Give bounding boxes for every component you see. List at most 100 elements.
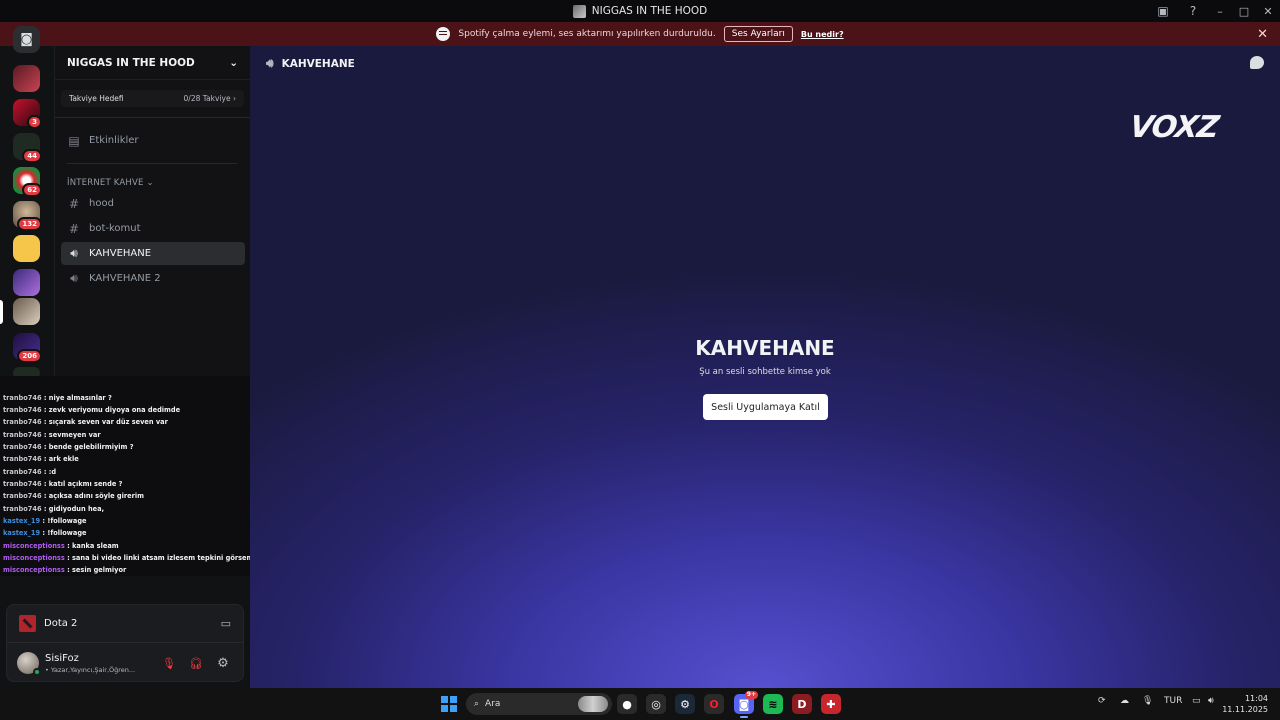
divider: [67, 163, 237, 164]
boost-value: 0/28 Takviye ›: [183, 94, 236, 103]
mic-muted-icon[interactable]: 🎙︎: [159, 653, 179, 673]
category-header[interactable]: İNTERNET KAHVE ⌄: [67, 178, 154, 188]
chat-message: misconceptionss : sesin gelmiyor: [3, 566, 127, 574]
calendar-icon: ▤: [68, 133, 80, 148]
server-icon-2[interactable]: 3: [13, 99, 42, 129]
close-notice-icon[interactable]: ✕: [1257, 27, 1268, 42]
channel-hood[interactable]: # hood: [61, 192, 245, 215]
server-header[interactable]: NIGGAS IN THE HOOD ⌄: [55, 46, 250, 80]
network-sync-icon[interactable]: ⟳: [1098, 696, 1106, 706]
what-is-this-link[interactable]: Bu nedir?: [801, 30, 844, 39]
window-title-text: NIGGAS IN THE HOOD: [591, 5, 708, 17]
server-icon-6[interactable]: [13, 235, 40, 262]
channel-kahvehane-2[interactable]: 🔊︎ KAHVEHANE 2: [61, 267, 245, 290]
speaker-icon: 🔊︎: [266, 56, 274, 70]
discord-home-icon[interactable]: ◙: [13, 26, 40, 53]
chat-message: tranbo746 : açıksa adını söyle girerim: [3, 492, 145, 500]
channel-bot-komut[interactable]: # bot-komut: [61, 217, 245, 240]
dota-icon: [19, 615, 36, 632]
search-placeholder: Ara: [485, 699, 501, 709]
text-channel-icon: #: [68, 196, 80, 211]
clock-time: 11:04: [1244, 694, 1268, 703]
spotify-taskbar-icon[interactable]: ≋: [763, 694, 783, 714]
events-item[interactable]: ▤ Etkinlikler: [61, 129, 245, 152]
chevron-down-icon: ⌄: [229, 56, 238, 69]
chat-message: tranbo746 : gidiyodun hea,: [3, 505, 105, 513]
server-icon-9[interactable]: 206: [13, 333, 42, 363]
user-info: SisiFoz • Yazar,Yayıncı,Şair,Öğren... 🎙︎…: [7, 645, 243, 681]
text-channel-icon: #: [68, 221, 80, 236]
channel-kahvehane[interactable]: 🔊︎ KAHVEHANE: [61, 242, 245, 265]
server-logo: VOXZ: [1127, 110, 1221, 145]
chat-message: tranbo746 : niye almasınlar ?: [3, 394, 112, 402]
app-taskbar-icon[interactable]: ✚: [821, 694, 841, 714]
minimize-button[interactable]: –: [1208, 0, 1232, 22]
server-icon-7[interactable]: [13, 269, 40, 296]
server-icon-5[interactable]: 132: [13, 201, 42, 231]
channel-header: 🔊︎ KAHVEHANE: [266, 56, 355, 71]
stream-screen-icon[interactable]: ▭: [221, 617, 231, 630]
server-icon-4[interactable]: 62: [13, 167, 42, 197]
sound-settings-button[interactable]: Ses Ayarları: [723, 26, 793, 42]
game-name: Dota 2: [44, 618, 78, 629]
search-highlight-image: [578, 696, 608, 712]
chat-message: tranbo746 : sıçarak seven var düz seven …: [3, 418, 168, 426]
steam-icon[interactable]: ⚙: [675, 694, 695, 714]
windows-start-icon[interactable]: [441, 696, 457, 712]
empty-state-title: KAHVEHANE: [695, 336, 835, 360]
active-server-indicator: [0, 300, 3, 324]
taskbar-search[interactable]: ⌕ Ara: [466, 693, 612, 715]
inbox-icon[interactable]: ▣: [1148, 0, 1178, 22]
chat-message: misconceptionss : kanka sleam: [3, 542, 119, 550]
boost-label: Takviye Hedefi: [69, 94, 124, 103]
spotify-icon: [436, 27, 451, 41]
cloud-icon[interactable]: ☁: [1120, 696, 1129, 706]
boost-goal[interactable]: Takviye Hedefi 0/28 Takviye ›: [61, 90, 244, 107]
search-icon: ⌕: [474, 699, 480, 709]
channel-label: KAHVEHANE 2: [89, 273, 161, 284]
chat-message: tranbo746 : :d: [3, 468, 57, 476]
discord-window: NIGGAS IN THE HOOD ▣ ? – □ ✕ Spotify çal…: [0, 0, 1280, 720]
channel-label: bot-komut: [89, 223, 141, 234]
speaker-icon: 🔊︎: [70, 246, 78, 260]
clock-date: 11.11.2025: [1222, 705, 1268, 714]
avatar[interactable]: [17, 652, 41, 676]
empty-state-subtitle: Şu an sesli sohbette kimse yok: [699, 367, 831, 377]
voice-channel-view: 🔊︎ KAHVEHANE VOXZ KAHVEHANE Şu an sesli …: [250, 46, 1280, 688]
opera-icon[interactable]: O: [704, 694, 724, 714]
window-title: NIGGAS IN THE HOOD: [572, 4, 708, 18]
server-thumbnail-icon: [572, 4, 586, 18]
chat-message: tranbo746 : sevmeyen var: [3, 431, 101, 439]
close-button[interactable]: ✕: [1256, 0, 1280, 22]
chat-message: kastex_19 : !followage: [3, 517, 87, 525]
channel-title: KAHVEHANE: [281, 57, 355, 70]
user-name-block[interactable]: SisiFoz • Yazar,Yayıncı,Şair,Öğren...: [45, 653, 135, 674]
user-status: • Yazar,Yayıncı,Şair,Öğren...: [45, 665, 136, 674]
volume-icon[interactable]: 🔊︎: [1208, 696, 1214, 706]
headphones-deafened-icon[interactable]: 🎧︎: [186, 653, 206, 673]
events-label: Etkinlikler: [89, 135, 139, 146]
chat-message: kastex_19 : !followage: [3, 529, 87, 537]
display-icon[interactable]: ▭: [1192, 696, 1201, 706]
obs-icon[interactable]: ●: [617, 694, 637, 714]
chat-message: tranbo746 : bende gelebilirmiyim ?: [3, 443, 134, 451]
microphone-icon[interactable]: 🎙︎: [1142, 696, 1153, 706]
chrome-icon[interactable]: ◎: [646, 694, 666, 714]
server-icon-voxz[interactable]: 44: [13, 133, 42, 163]
server-rail: ◙ 3 44 62 132 206: [0, 26, 54, 388]
system-clock[interactable]: 11:04 11.11.2025: [1222, 693, 1268, 715]
server-icon-1[interactable]: [13, 65, 40, 92]
chat-message: tranbo746 : zevk veriyomu diyoya ona ded…: [3, 406, 181, 414]
discord-taskbar-icon[interactable]: ◙ 9+: [734, 691, 758, 718]
help-icon[interactable]: ?: [1178, 0, 1208, 22]
join-voice-button[interactable]: Sesli Uygulamaya Katıl: [703, 394, 828, 420]
chat-message: tranbo746 : ark ekle: [3, 455, 79, 463]
chat-bubble-icon[interactable]: [1250, 56, 1264, 69]
maximize-button[interactable]: □: [1232, 0, 1256, 22]
server-icon-current[interactable]: [13, 298, 40, 325]
dota-taskbar-icon[interactable]: D: [792, 694, 812, 714]
windows-taskbar: ⌕ Ara ● ◎ ⚙ O ◙ 9+ ≋ D ✚ ⟳ ☁ 🎙︎ TUR ▭ 🔊︎ …: [0, 688, 1280, 720]
activity-game[interactable]: Dota 2 ▭: [7, 605, 243, 643]
gear-icon[interactable]: ⚙: [213, 653, 233, 673]
language-indicator[interactable]: TUR: [1164, 696, 1182, 706]
